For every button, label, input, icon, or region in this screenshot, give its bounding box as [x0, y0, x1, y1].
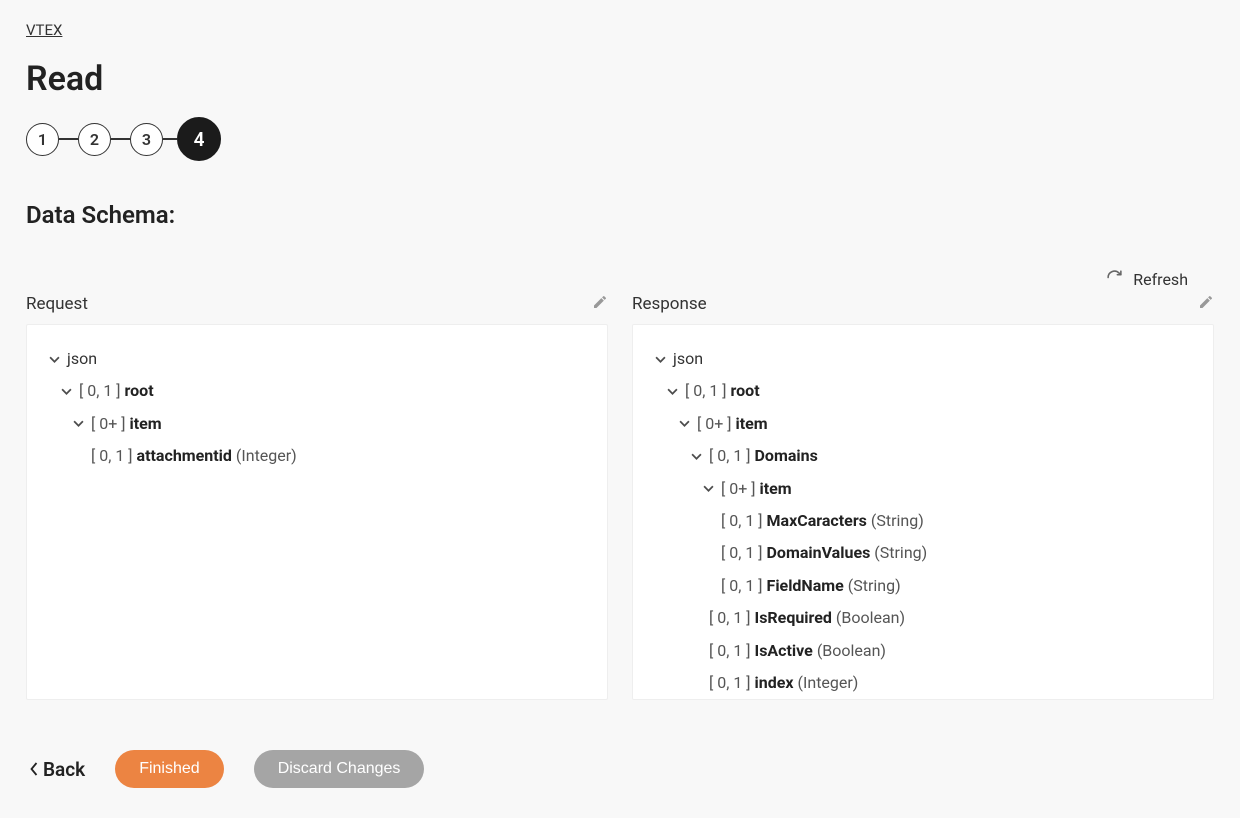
step-2[interactable]: 2 [78, 123, 111, 156]
tree-name: Domains [755, 445, 818, 467]
page-title: Read [26, 59, 1214, 99]
tree-cardinality: [ 0+ ] [91, 413, 126, 435]
step-connector [59, 138, 78, 140]
tree-node-json[interactable]: json [47, 343, 587, 375]
tree-node-fieldname[interactable]: [ 0, 1 ] FieldName (String) [653, 570, 1193, 602]
step-3[interactable]: 3 [130, 123, 163, 156]
tree-node-maxcaracters[interactable]: [ 0, 1 ] MaxCaracters (String) [653, 505, 1193, 537]
tree-type: (Boolean) [836, 607, 905, 629]
step-connector [163, 138, 177, 140]
tree-label: json [673, 348, 703, 370]
tree-type: (String) [871, 510, 924, 532]
wizard-stepper: 1 2 3 4 [26, 117, 1214, 161]
chevron-down-icon[interactable] [59, 386, 73, 397]
tree-name: MaxCaracters [767, 510, 867, 532]
chevron-down-icon[interactable] [653, 354, 667, 365]
tree-name: item [760, 478, 792, 500]
tree-node-item[interactable]: [ 0+ ] item [653, 408, 1193, 440]
tree-node-json[interactable]: json [653, 343, 1193, 375]
tree-node-isrequired[interactable]: [ 0, 1 ] IsRequired (Boolean) [653, 602, 1193, 634]
tree-cardinality: [ 0, 1 ] [721, 510, 763, 532]
discard-changes-button[interactable]: Discard Changes [254, 750, 425, 788]
tree-cardinality: [ 0, 1 ] [91, 445, 133, 467]
tree-node-domainvalues[interactable]: [ 0, 1 ] DomainValues (String) [653, 537, 1193, 569]
tree-label: json [67, 348, 97, 370]
tree-node-index[interactable]: [ 0, 1 ] index (Integer) [653, 667, 1193, 699]
response-title: Response [632, 294, 707, 314]
tree-name: index [755, 672, 794, 694]
tree-node-isactive[interactable]: [ 0, 1 ] IsActive (Boolean) [653, 635, 1193, 667]
finished-button[interactable]: Finished [115, 750, 223, 788]
breadcrumb-vtex[interactable]: VTEX [26, 21, 62, 39]
tree-name: item [130, 413, 162, 435]
tree-name: IsRequired [755, 607, 832, 629]
request-title: Request [26, 294, 88, 314]
tree-name: item [736, 413, 768, 435]
tree-node-root[interactable]: [ 0, 1 ] root [47, 375, 587, 407]
response-column: Response json [ 0, 1 ] root [ 0+ ] [632, 294, 1214, 700]
refresh-button[interactable]: Refresh [1106, 269, 1188, 290]
response-panel: json [ 0, 1 ] root [ 0+ ] item [ 0, 1 ] … [632, 324, 1214, 700]
tree-node-item[interactable]: [ 0+ ] item [47, 408, 587, 440]
refresh-label: Refresh [1133, 270, 1188, 289]
chevron-down-icon[interactable] [701, 483, 715, 494]
tree-name: IsActive [755, 640, 813, 662]
tree-node-domains[interactable]: [ 0, 1 ] Domains [653, 440, 1193, 472]
chevron-left-icon [30, 758, 39, 781]
chevron-down-icon[interactable] [47, 354, 61, 365]
back-label: Back [43, 758, 85, 781]
tree-type: (String) [848, 575, 901, 597]
refresh-icon [1106, 269, 1123, 290]
tree-node-attachmentid[interactable]: [ 0, 1 ] attachmentid (Integer) [47, 440, 587, 472]
step-connector [111, 138, 130, 140]
request-column: Request json [ 0, 1 ] root [ 0+ ] [26, 294, 608, 700]
tree-name: attachmentid [137, 445, 232, 467]
step-1[interactable]: 1 [26, 123, 59, 156]
tree-cardinality: [ 0, 1 ] [709, 445, 751, 467]
chevron-down-icon[interactable] [689, 451, 703, 462]
tree-node-domains-item[interactable]: [ 0+ ] item [653, 473, 1193, 505]
tree-type: (Boolean) [817, 640, 886, 662]
back-button[interactable]: Back [30, 758, 85, 781]
edit-request-button[interactable] [592, 294, 608, 314]
tree-name: DomainValues [767, 542, 871, 564]
tree-name: root [125, 380, 154, 402]
tree-cardinality: [ 0+ ] [697, 413, 732, 435]
step-4[interactable]: 4 [177, 117, 221, 161]
chevron-down-icon[interactable] [677, 418, 691, 429]
tree-cardinality: [ 0, 1 ] [79, 380, 121, 402]
tree-cardinality: [ 0, 1 ] [721, 542, 763, 564]
tree-type: (String) [874, 542, 927, 564]
tree-cardinality: [ 0+ ] [721, 478, 756, 500]
chevron-down-icon[interactable] [665, 386, 679, 397]
tree-name: FieldName [767, 575, 844, 597]
tree-cardinality: [ 0, 1 ] [685, 380, 727, 402]
chevron-down-icon[interactable] [71, 418, 85, 429]
section-heading-data-schema: Data Schema: [26, 201, 1214, 229]
edit-response-button[interactable] [1198, 294, 1214, 314]
tree-cardinality: [ 0, 1 ] [721, 575, 763, 597]
tree-type: (Integer) [798, 672, 859, 694]
tree-type: (Integer) [236, 445, 297, 467]
tree-name: root [731, 380, 760, 402]
request-panel: json [ 0, 1 ] root [ 0+ ] item [ 0, 1 ] … [26, 324, 608, 700]
tree-cardinality: [ 0, 1 ] [709, 672, 751, 694]
tree-node-root[interactable]: [ 0, 1 ] root [653, 375, 1193, 407]
tree-cardinality: [ 0, 1 ] [709, 607, 751, 629]
tree-cardinality: [ 0, 1 ] [709, 640, 751, 662]
